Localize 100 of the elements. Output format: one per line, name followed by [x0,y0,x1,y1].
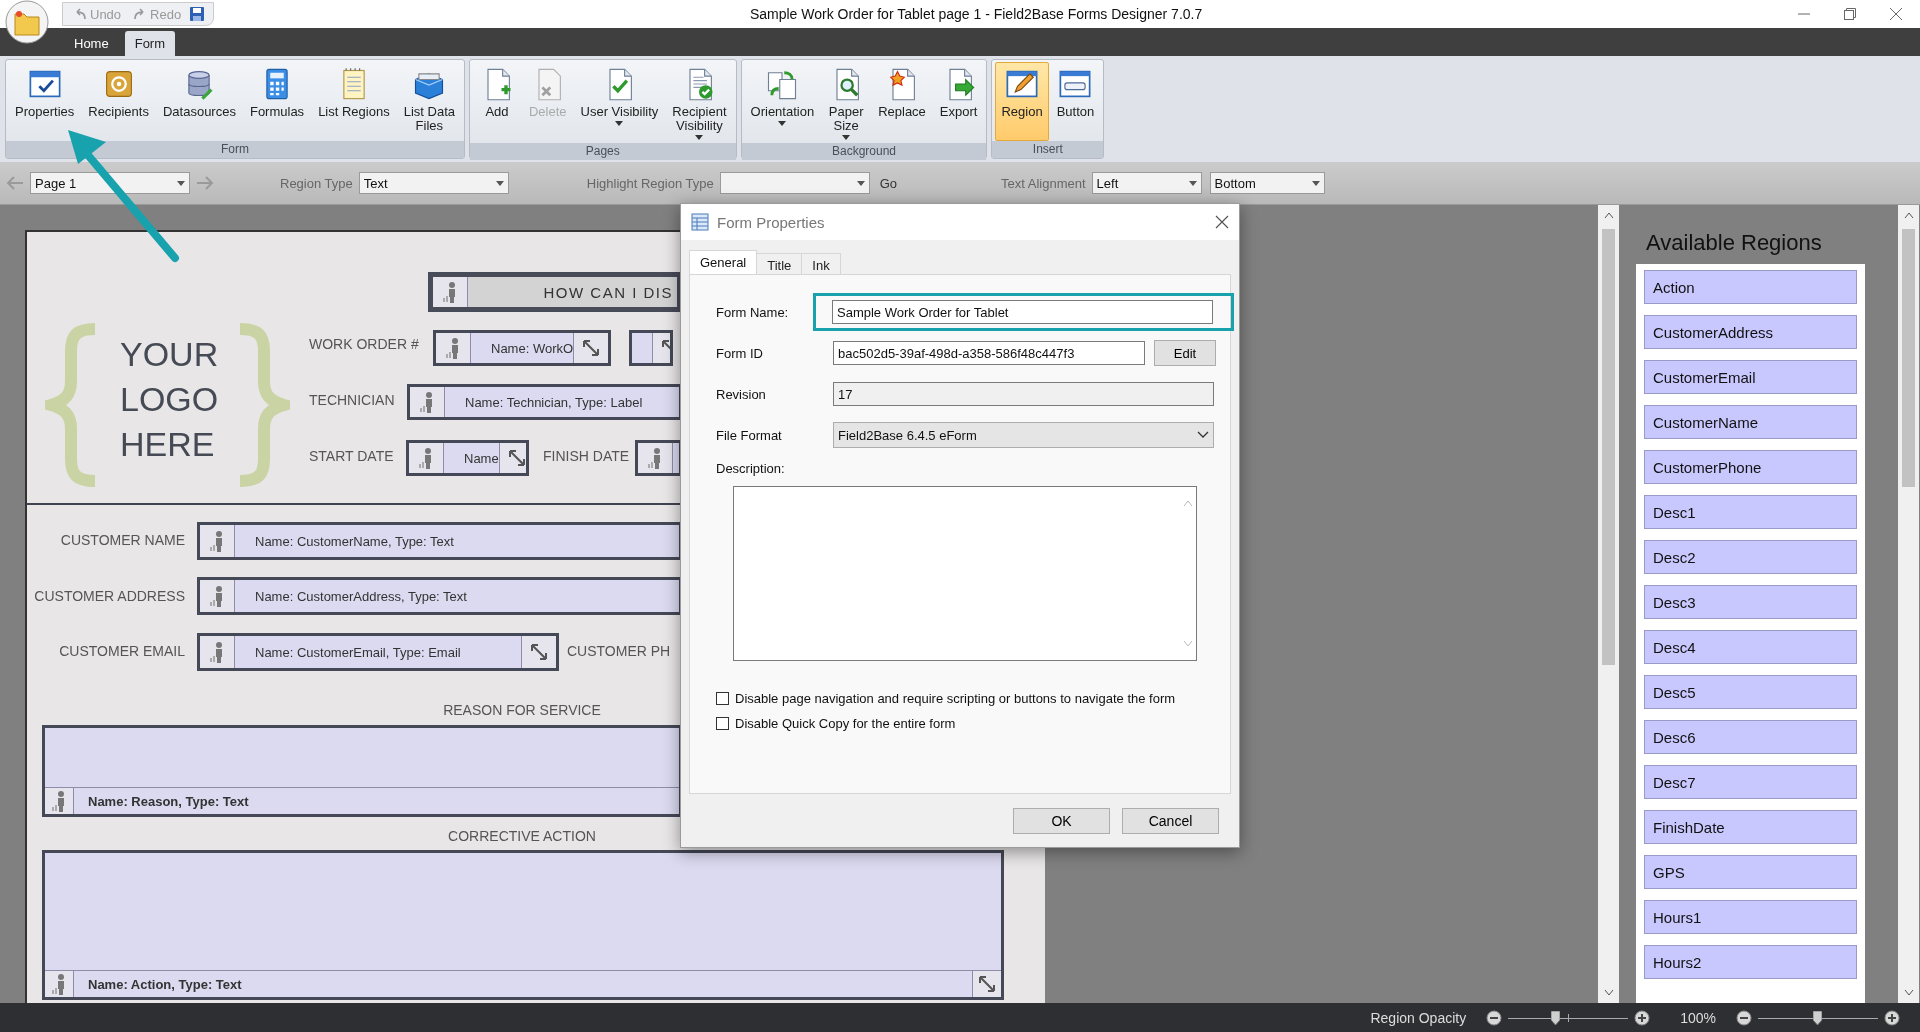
form-region[interactable]: Name: CustomerEmail, Type: Email [197,633,559,671]
form-region[interactable]: Name: Technician, Type: Label [407,384,682,420]
region-item[interactable]: Action [1644,270,1857,304]
form-region[interactable]: Name: WorkO [433,330,611,366]
slider[interactable] [1758,1010,1878,1025]
edit-button[interactable]: Edit [1154,340,1216,366]
close-icon[interactable] [1215,215,1229,229]
group-label: Insert [992,141,1104,158]
ribbon-button[interactable]: Add [473,62,521,143]
form-region[interactable]: Name: Reason, Type: Text [42,725,682,817]
ok-button[interactable]: OK [1013,808,1110,834]
ribbon-button[interactable]: Button [1050,62,1101,141]
ribbon-button[interactable]: Region [995,62,1049,141]
text-field[interactable]: 17 [833,382,1214,406]
region-item[interactable]: CustomerAddress [1644,315,1857,349]
ribbon-button[interactable]: Recipients [82,62,155,141]
scroll-thumb[interactable] [1902,229,1915,487]
caret-icon [177,180,185,186]
region-item[interactable]: Desc6 [1644,720,1857,754]
slider-thumb[interactable] [1551,1010,1560,1025]
scroll-up-icon[interactable] [1603,211,1614,219]
cancel-button[interactable]: Cancel [1122,808,1219,834]
region-item[interactable]: FinishDate [1644,810,1857,844]
scroll-down-icon[interactable] [1903,989,1914,997]
form-region[interactable]: Name: CustomerName, Type: Text [197,522,682,560]
resize-arrow-icon[interactable] [506,448,526,468]
logo-text: YOUR LOGO HERE [120,334,219,465]
format-dropdown[interactable]: Field2Base 6.4.5 eForm [833,422,1214,448]
region-label: Name: Reason, Type: Text [87,792,250,811]
close-icon[interactable] [1890,8,1902,20]
region-label: Name: Action, Type: Text [87,975,243,994]
ribbon-tab[interactable]: Form [124,31,176,56]
resize-arrow-icon[interactable] [529,642,549,662]
scroll-up-icon[interactable] [1903,211,1914,219]
field-label: Form Name: [716,304,790,320]
plus-icon[interactable] [1884,1009,1900,1026]
dropdown[interactable] [719,172,870,194]
person-icon [51,790,67,812]
ribbon-button[interactable]: Orientation [744,62,821,143]
restore-icon[interactable] [1844,8,1856,20]
ribbon-button[interactable]: Paper Size [822,62,871,143]
ribbon-tab[interactable]: Home [64,31,119,56]
text-field[interactable]: Sample Work Order for Tablet [832,300,1213,324]
ribbon-button[interactable]: Formulas [243,62,311,141]
person-icon [418,447,434,469]
form-region[interactable]: Name: CustomerAddress, Type: Text [197,577,682,615]
person-icon [51,973,67,995]
region-item[interactable]: Desc1 [1644,495,1857,529]
go-button[interactable]: Go [875,175,902,191]
dropdown[interactable]: Bottom [1209,172,1325,194]
region-item[interactable]: Desc2 [1644,540,1857,574]
save-icon[interactable] [189,6,206,22]
checkbox[interactable] [716,717,729,730]
group-label: Background [741,143,987,160]
scroll-thumb[interactable] [1602,229,1615,665]
region-item[interactable]: CustomerPhone [1644,450,1857,484]
ribbon-button[interactable]: List Data Files [397,62,461,141]
form-region[interactable]: Name: Action, Type: Text [42,850,1004,1000]
region-item[interactable]: Desc5 [1644,675,1857,709]
slider[interactable] [1508,1010,1629,1025]
checkbox-label: Disable page navigation and require scripting or buttons to navigate the form [735,691,1176,706]
form-region[interactable]: Name [406,440,529,476]
resize-arrow-icon[interactable] [581,338,602,358]
region-item[interactable]: Desc3 [1644,585,1857,619]
scroll-down-icon[interactable] [1603,989,1614,997]
region-item[interactable]: Desc7 [1644,765,1857,799]
table-icon [691,213,709,231]
dropdown[interactable]: Text [358,172,509,194]
resize-arrow-icon[interactable] [977,974,997,994]
person-icon [209,641,225,663]
ribbon-button[interactable]: Datasources [156,62,242,141]
field-label: File Format [716,427,783,443]
region-item[interactable]: GPS [1644,855,1857,889]
dialog-tab[interactable]: Ink [801,253,841,274]
form-region[interactable]: HOW CAN I DIS [428,272,682,312]
dropdown[interactable]: Page 1 [30,172,190,194]
region-item[interactable]: CustomerEmail [1644,360,1857,394]
plus-icon[interactable] [1634,1009,1651,1026]
minus-icon[interactable] [1736,1009,1752,1026]
checkbox[interactable] [716,692,729,705]
dialog-tab[interactable]: General [689,250,758,274]
region-label: Name: CustomerEmail, Type: Email [254,643,462,662]
minus-icon[interactable] [1486,1009,1503,1026]
ribbon-button[interactable]: Replace [872,62,932,143]
form-label: CUSTOMER EMAIL [59,643,185,659]
region-item[interactable]: Desc4 [1644,630,1857,664]
form-region[interactable] [629,330,673,366]
region-item[interactable]: CustomerName [1644,405,1857,439]
dropdown[interactable]: Left [1091,172,1202,194]
form-region[interactable] [635,440,682,476]
ribbon-button[interactable]: Export [933,62,984,143]
text-field[interactable]: bac502d5-39af-498d-a358-586f48c447f3 [833,341,1145,365]
region-item[interactable]: Hours1 [1644,900,1857,934]
ribbon-button[interactable]: List Regions [312,62,396,141]
scrollbar[interactable] [1898,205,1919,1003]
ribbon-button[interactable]: User Visibility [574,62,665,143]
slider-thumb[interactable] [1812,1010,1822,1025]
region-item[interactable]: Hours2 [1644,945,1857,979]
ribbon-button[interactable]: Recipient Visibility [666,62,733,143]
scrollbar[interactable] [1598,205,1619,1003]
